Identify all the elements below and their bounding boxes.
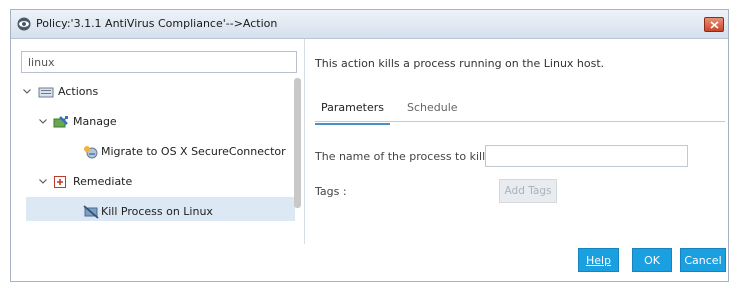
process-name-label: The name of the process to kill: [315, 150, 486, 163]
tree-node-label: Actions: [58, 85, 99, 98]
process-name-input[interactable]: [485, 145, 688, 167]
search-input[interactable]: [21, 51, 297, 73]
tree-node-label: Migrate to OS X SecureConnector: [101, 145, 286, 158]
tags-label: Tags :: [315, 185, 347, 198]
detail-tabs: Parameters Schedule: [315, 99, 725, 125]
action-description: This action kills a process running on t…: [315, 57, 605, 70]
app-eye-icon: [17, 17, 31, 31]
tree-scrollbar[interactable]: [294, 78, 301, 208]
tree-node-kill-process[interactable]: Kill Process on Linux: [11, 201, 291, 223]
close-button[interactable]: [704, 17, 724, 32]
cancel-button[interactable]: Cancel: [680, 248, 726, 272]
secureconnector-icon: [84, 146, 98, 159]
tab-parameters[interactable]: Parameters: [315, 101, 390, 125]
remediate-plus-icon: [54, 176, 66, 188]
title-bar[interactable]: Policy:'3.1.1 AntiVirus Compliance'-->Ac…: [11, 10, 728, 39]
close-icon: [710, 21, 719, 29]
chevron-down-icon[interactable]: [39, 179, 47, 184]
add-tags-button[interactable]: Add Tags: [499, 179, 557, 203]
help-button[interactable]: Help: [578, 248, 619, 272]
tree-node-manage[interactable]: Manage: [11, 111, 291, 133]
chevron-down-icon[interactable]: [39, 119, 47, 124]
tab-schedule[interactable]: Schedule: [407, 101, 458, 114]
tree-node-migrate[interactable]: Migrate to OS X SecureConnector: [11, 141, 291, 163]
manage-icon: [53, 116, 68, 128]
tree-node-label: Remediate: [73, 175, 133, 188]
chevron-down-icon[interactable]: [23, 89, 31, 94]
ok-button[interactable]: OK: [632, 248, 672, 272]
tree-node-label: Kill Process on Linux: [101, 205, 213, 218]
action-dialog: Policy:'3.1.1 AntiVirus Compliance'-->Ac…: [10, 9, 729, 282]
tree-node-actions[interactable]: Actions: [11, 81, 291, 103]
window-title: Policy:'3.1.1 AntiVirus Compliance'-->Ac…: [36, 17, 278, 30]
help-button-label: Help: [585, 254, 612, 267]
dialog-footer: Help OK Cancel: [11, 243, 728, 282]
kill-process-icon: [83, 205, 99, 219]
action-tree-pane: Actions Manage Migrate: [11, 39, 303, 239]
tree-node-remediate[interactable]: Remediate: [11, 171, 291, 193]
tree-node-label: Manage: [73, 115, 117, 128]
folder-icon: [38, 87, 54, 98]
